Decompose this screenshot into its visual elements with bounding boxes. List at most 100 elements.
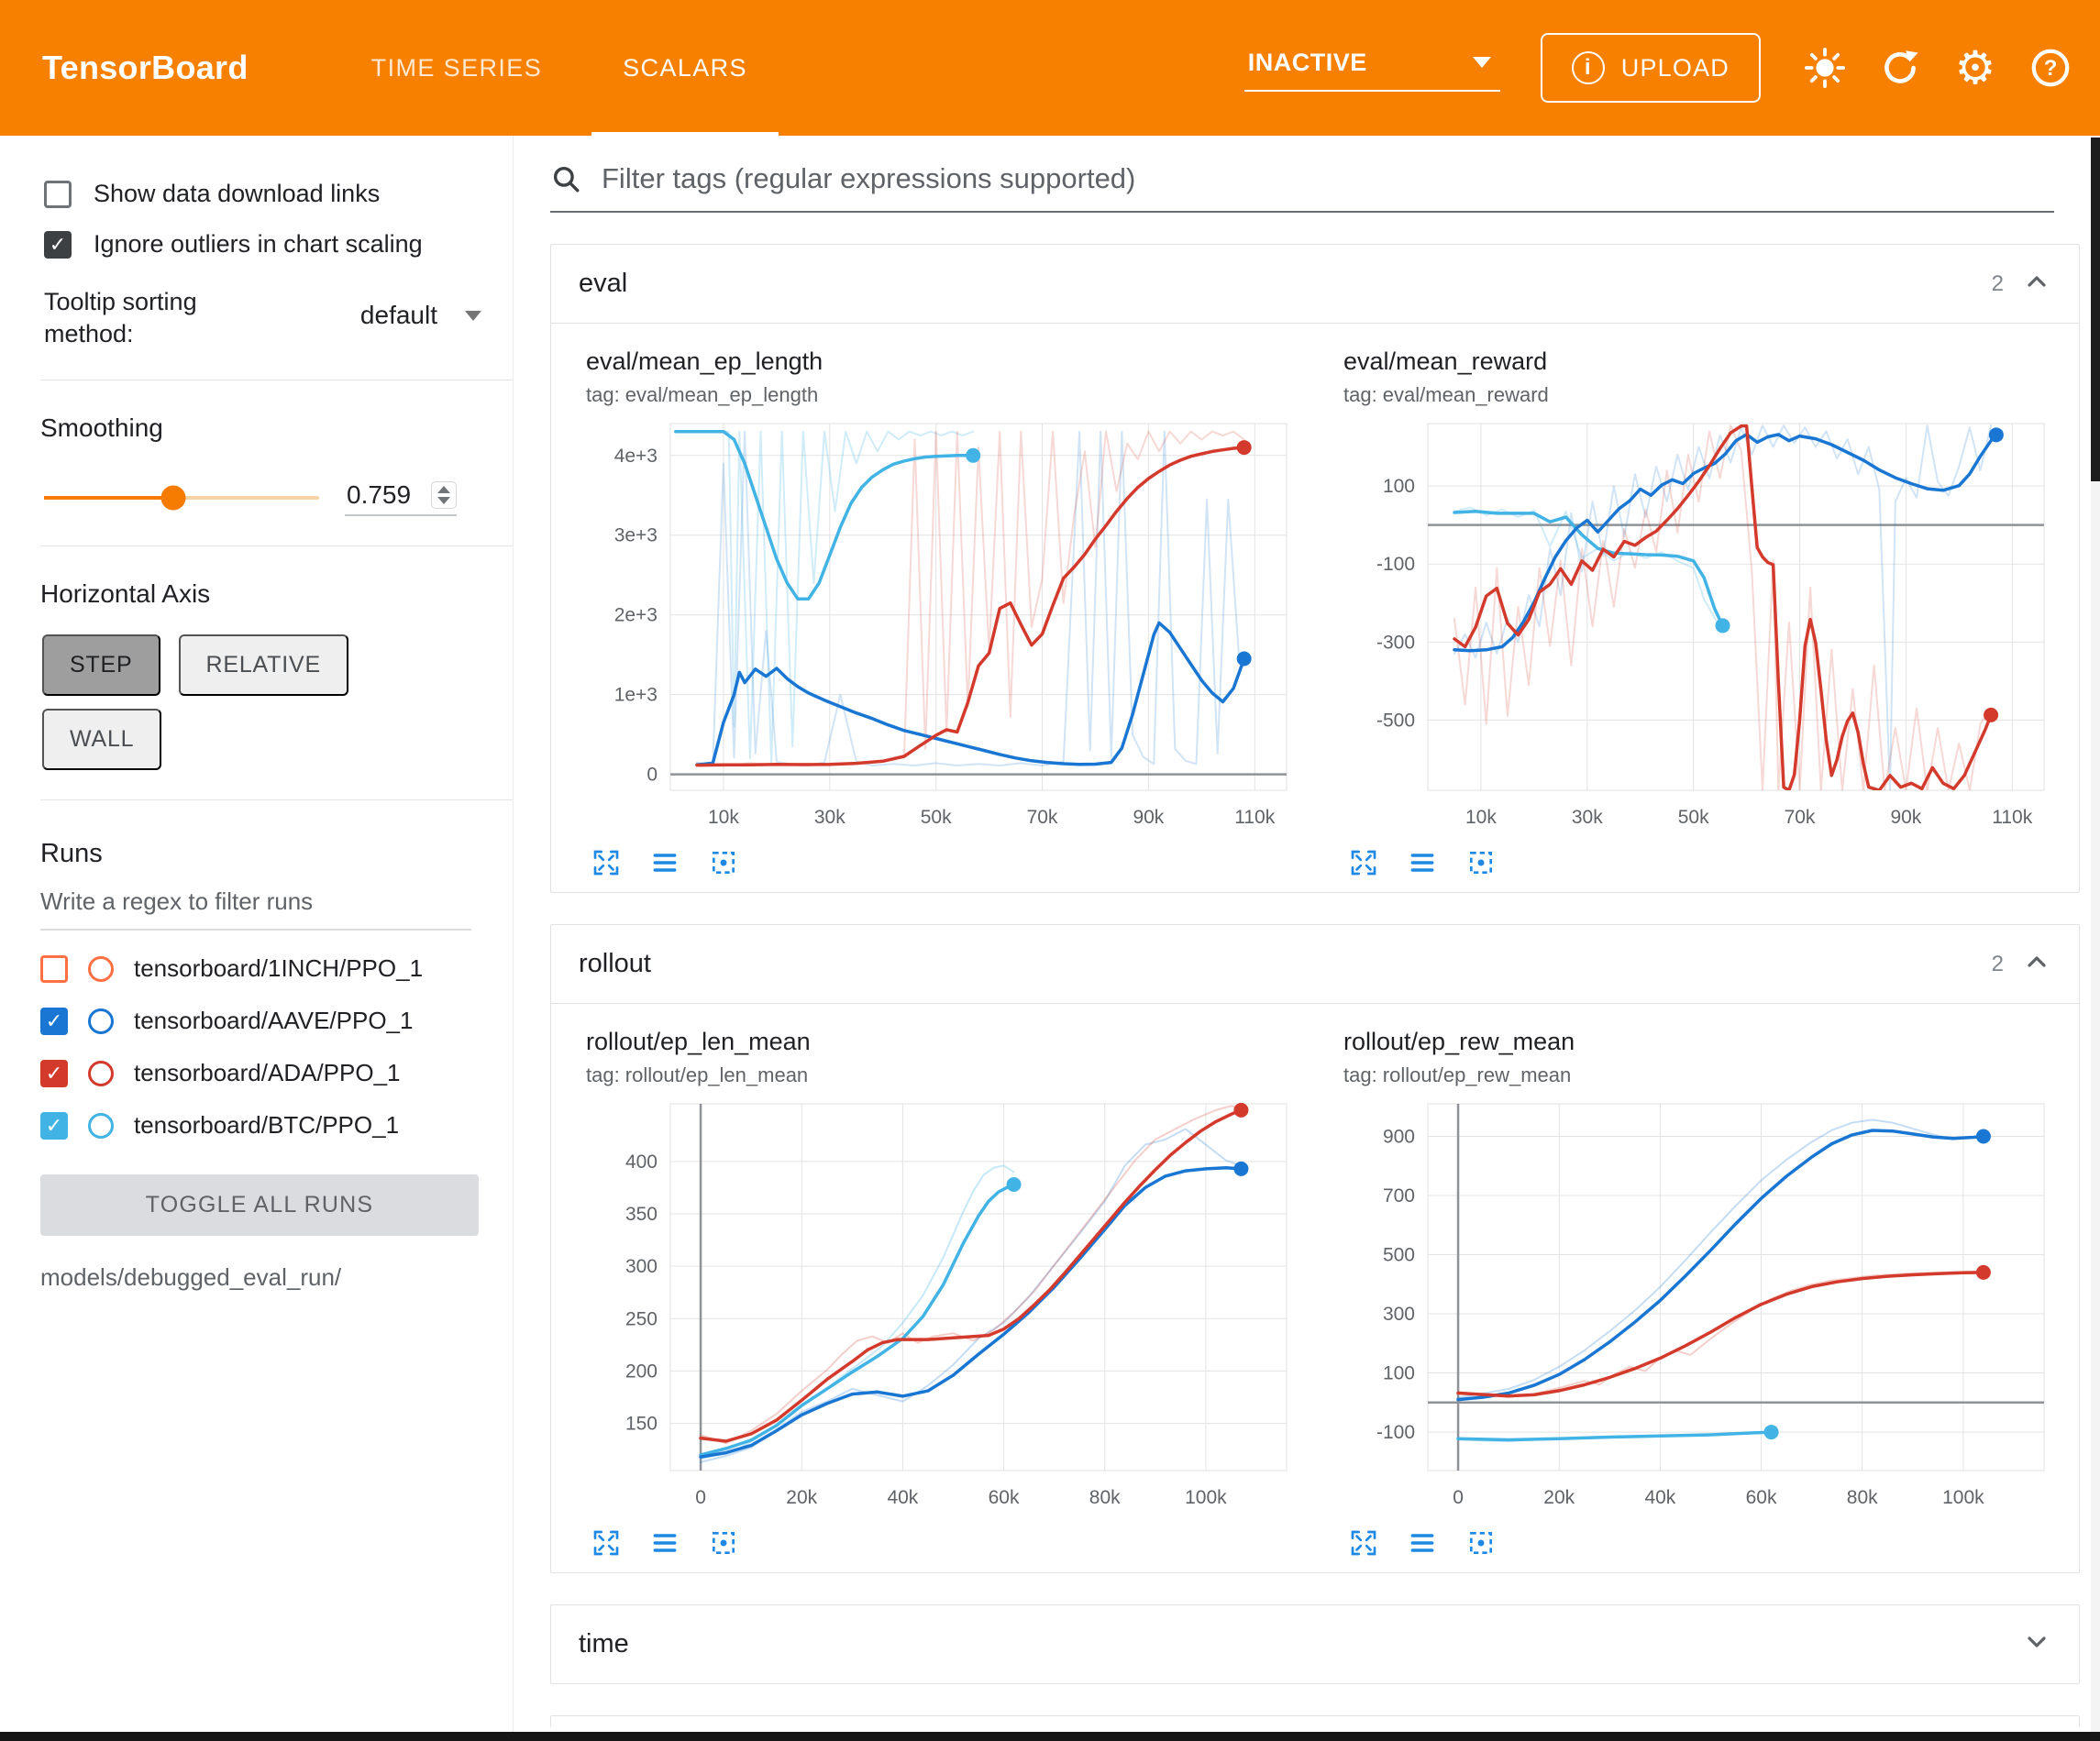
smoothing-control <box>44 479 513 516</box>
svg-text:20k: 20k <box>1543 1487 1575 1508</box>
svg-text:900: 900 <box>1383 1126 1415 1147</box>
run-label: tensorboard/ADA/PPO_1 <box>134 1059 401 1087</box>
help-icon[interactable]: ? <box>2027 44 2074 92</box>
chart-tag: tag: rollout/ep_len_mean <box>586 1063 1301 1087</box>
smoothing-slider[interactable] <box>44 496 319 500</box>
fit-domain-icon[interactable] <box>1464 1526 1498 1559</box>
chart-data-icon[interactable] <box>1406 1526 1439 1559</box>
chevron-down-icon[interactable] <box>2022 1627 2051 1661</box>
chart-title: eval/mean_ep_length <box>586 347 1301 376</box>
chart-data-icon[interactable] <box>648 1526 681 1559</box>
settings-checkbox-row[interactable]: Show data download links <box>44 180 513 208</box>
toggle-all-runs-button[interactable]: TOGGLE ALL RUNS <box>40 1174 479 1236</box>
svg-text:50k: 50k <box>921 807 952 828</box>
svg-text:-100: -100 <box>1376 554 1415 575</box>
settings-icon[interactable]: ⚙ <box>1951 44 1999 92</box>
tab-scalars[interactable]: SCALARS <box>582 0 788 136</box>
run-checkbox[interactable]: ✓ <box>40 1060 68 1087</box>
stepper-down-icon[interactable] <box>437 497 450 504</box>
vertical-scrollbar[interactable] <box>2091 136 2100 1732</box>
run-row[interactable]: ✓tensorboard/BTC/PPO_1 <box>40 1111 513 1140</box>
expand-chart-icon[interactable] <box>590 846 623 879</box>
section-header-time[interactable]: time <box>551 1605 2079 1683</box>
chart-title: rollout/ep_rew_mean <box>1343 1028 2059 1056</box>
section-body: eval/mean_ep_lengthtag: eval/mean_ep_len… <box>551 323 2079 892</box>
vertical-scrollbar-thumb[interactable] <box>2091 138 2100 481</box>
upload-button[interactable]: i UPLOAD <box>1541 33 1761 103</box>
fit-domain-icon[interactable] <box>1464 846 1498 879</box>
chart-plot[interactable]: 10k30k50k70k90k110k01e+32e+33e+34e+3 <box>586 413 1301 839</box>
section-header-rollout[interactable]: rollout2 <box>551 925 2079 1003</box>
run-checkbox[interactable]: ✓ <box>40 1008 68 1035</box>
axis-relative-button[interactable]: RELATIVE <box>179 634 348 696</box>
stepper-up-icon[interactable] <box>437 486 450 493</box>
svg-text:10k: 10k <box>1465 807 1497 828</box>
horizontal-axis-buttons: STEP RELATIVE WALL <box>40 634 409 770</box>
number-stepper[interactable] <box>431 481 457 509</box>
refresh-icon[interactable] <box>1876 44 1924 92</box>
checkbox[interactable]: ✓ <box>44 231 72 259</box>
axis-wall-button[interactable]: WALL <box>42 709 161 770</box>
expand-chart-icon[interactable] <box>1347 846 1380 879</box>
tooltip-sorting-label: Tooltip sorting method: <box>44 286 264 350</box>
tab-time-series[interactable]: TIME SERIES <box>331 0 582 136</box>
svg-text:40k: 40k <box>1644 1487 1675 1508</box>
expand-chart-icon[interactable] <box>1347 1526 1380 1559</box>
chevron-up-icon[interactable] <box>2022 267 2051 301</box>
svg-text:300: 300 <box>625 1256 658 1277</box>
tooltip-sorting-value: default <box>360 301 437 330</box>
svg-text:70k: 70k <box>1027 807 1058 828</box>
smoothing-value-box <box>345 479 457 516</box>
chart-plot[interactable]: 10k30k50k70k90k110k100-100-300-500 <box>1343 413 2059 839</box>
chart-plot[interactable]: 020k40k60k80k100k150200250300350400 <box>586 1093 1301 1519</box>
slider-thumb[interactable] <box>161 486 186 511</box>
svg-text:1e+3: 1e+3 <box>614 685 658 706</box>
app-title: TensorBoard <box>42 49 249 87</box>
section-time: time <box>550 1604 2080 1684</box>
tooltip-sorting-dropdown[interactable]: default <box>360 301 481 336</box>
run-row[interactable]: ✓ tensorboard/ADA/PPO_1 <box>40 1059 513 1087</box>
status-dropdown-value: INACTIVE <box>1248 49 1367 77</box>
section-title: rollout <box>579 949 1992 979</box>
chevron-up-icon[interactable] <box>2022 947 2051 981</box>
chart-data-icon[interactable] <box>1406 846 1439 879</box>
axis-step-button[interactable]: STEP <box>42 634 160 696</box>
chart-tag: tag: rollout/ep_rew_mean <box>1343 1063 2059 1087</box>
run-checkbox[interactable] <box>40 955 68 983</box>
horizontal-axis-label: Horizontal Axis <box>40 579 513 609</box>
checkbox[interactable] <box>44 181 72 208</box>
chart-card: rollout/ep_rew_mean tag: rollout/ep_rew_m… <box>1343 1028 2059 1559</box>
runs-filter-input[interactable] <box>40 873 471 931</box>
upload-button-label: UPLOAD <box>1621 54 1730 83</box>
chart-plot[interactable]: 020k40k60k80k100k-100100300500700900 <box>1343 1093 2059 1519</box>
chart-data-icon[interactable] <box>648 846 681 879</box>
fit-domain-icon[interactable] <box>707 846 740 879</box>
chart-actions <box>586 1526 1301 1559</box>
svg-text:?: ? <box>2044 56 2058 81</box>
fit-domain-icon[interactable] <box>707 1526 740 1559</box>
svg-text:80k: 80k <box>1089 1487 1121 1508</box>
section-count: 2 <box>1992 952 2004 977</box>
expand-chart-icon[interactable] <box>590 1526 623 1559</box>
svg-text:4e+3: 4e+3 <box>614 446 658 467</box>
tag-filter-input[interactable] <box>600 161 2054 196</box>
brightness-icon[interactable] <box>1801 44 1849 92</box>
horizontal-scrollbar[interactable] <box>0 1732 2100 1741</box>
svg-text:2e+3: 2e+3 <box>614 605 658 626</box>
run-row[interactable]: ✓tensorboard/AAVE/PPO_1 <box>40 1007 513 1035</box>
divider <box>40 545 513 546</box>
svg-text:300: 300 <box>1383 1304 1415 1325</box>
section-header-eval[interactable]: eval2 <box>551 245 2079 323</box>
run-checkbox[interactable]: ✓ <box>40 1112 68 1140</box>
svg-text:500: 500 <box>1383 1245 1415 1266</box>
svg-text:100k: 100k <box>1942 1487 1984 1508</box>
run-row[interactable]: tensorboard/1INCH/PPO_1 <box>40 954 513 983</box>
smoothing-value-input[interactable] <box>345 479 427 511</box>
svg-text:30k: 30k <box>1572 807 1603 828</box>
status-dropdown[interactable]: INACTIVE <box>1244 45 1500 92</box>
svg-text:350: 350 <box>625 1204 658 1225</box>
info-icon: i <box>1572 51 1605 84</box>
svg-text:100: 100 <box>1383 1363 1415 1384</box>
settings-checkbox-row[interactable]: ✓Ignore outliers in chart scaling <box>44 230 513 259</box>
tag-filter-row <box>550 161 2054 213</box>
